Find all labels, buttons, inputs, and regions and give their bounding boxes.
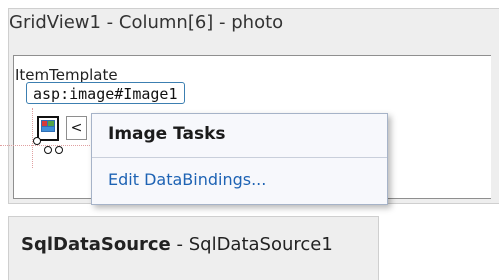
smart-tag-button[interactable]: < (66, 116, 87, 140)
image-tasks-divider (92, 157, 387, 158)
image-tasks-title: Image Tasks (108, 124, 226, 144)
resize-handle-bottom-left[interactable] (33, 137, 41, 145)
gridview-column-title: GridView1 - Column[6] - photo (9, 12, 284, 33)
edit-databindings-link[interactable]: Edit DataBindings... (108, 170, 266, 189)
image-tasks-popup: Image Tasks Edit DataBindings... (91, 113, 388, 205)
resize-handle-bottom-right[interactable] (55, 146, 63, 154)
image-control-tag: asp:image#Image1 (26, 82, 185, 104)
sqldatasource-panel[interactable]: SqlDataSource - SqlDataSource1 (8, 216, 379, 280)
image1-control[interactable] (37, 116, 59, 141)
sqldatasource-instance-name: SqlDataSource1 (188, 234, 333, 255)
chevron-left-icon: < (70, 120, 83, 136)
sqldatasource-separator: - (170, 234, 189, 255)
sqldatasource-caption: SqlDataSource - SqlDataSource1 (21, 234, 333, 255)
sqldatasource-type-label: SqlDataSource (21, 234, 171, 255)
image-placeholder-icon (41, 120, 55, 132)
resize-handle-bottom-center[interactable] (44, 146, 52, 154)
